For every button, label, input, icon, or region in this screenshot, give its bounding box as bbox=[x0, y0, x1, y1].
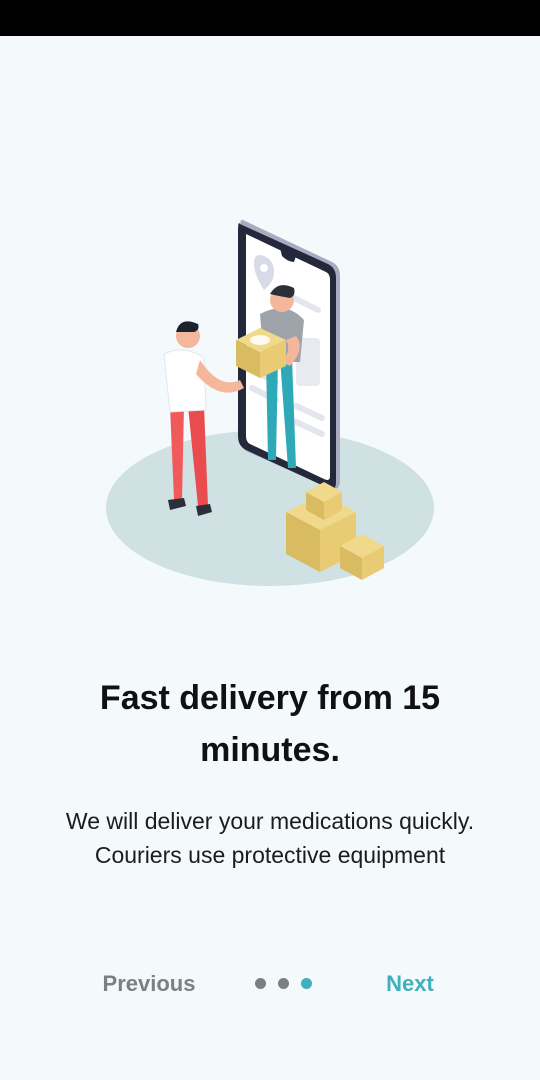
page-dot-3-active[interactable] bbox=[301, 978, 312, 989]
page-dot-2[interactable] bbox=[278, 978, 289, 989]
status-bar bbox=[0, 0, 540, 36]
onboarding-subtitle: We will deliver your medications quickly… bbox=[65, 808, 475, 868]
page-indicator bbox=[255, 978, 325, 990]
courier-delivery-illustration bbox=[106, 219, 434, 586]
onboarding-title: Fast delivery from 15 minutes. bbox=[99, 679, 441, 769]
page-dot-1[interactable] bbox=[255, 978, 266, 989]
next-button[interactable]: Next bbox=[370, 962, 450, 1006]
previous-button[interactable]: Previous bbox=[88, 962, 210, 1006]
onboarding-navigation: Previous Next bbox=[0, 962, 540, 1006]
